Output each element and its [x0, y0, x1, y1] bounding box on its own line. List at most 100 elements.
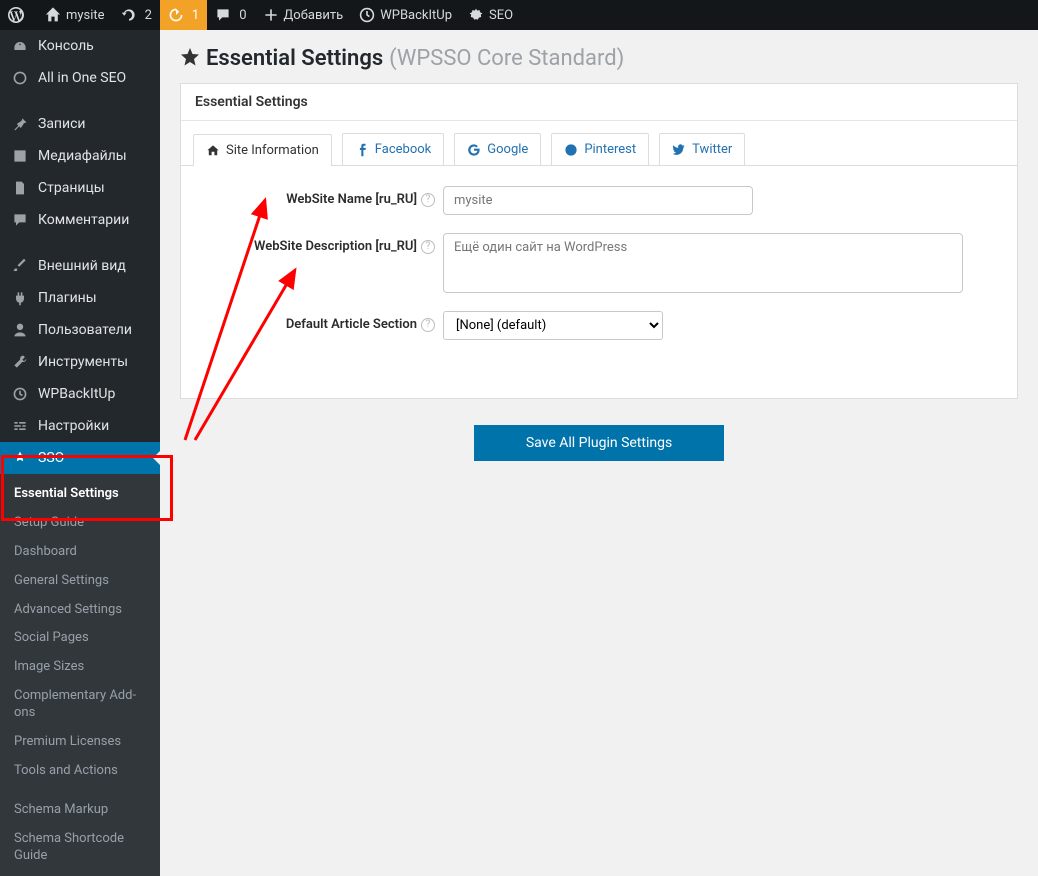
sso-submenu: Essential Settings Setup Guide Dashboard… [0, 474, 160, 876]
settings-postbox: Essential Settings Site Information Face… [180, 83, 1018, 399]
tab-label: Facebook [375, 142, 431, 157]
site-name-label: mysite [66, 8, 105, 23]
menu-media[interactable]: Медиафайлы [0, 140, 160, 172]
page-header: Essential Settings (WPSSO Core Standard) [160, 30, 1038, 83]
submenu-image-sizes[interactable]: Image Sizes [0, 653, 160, 682]
menu-users[interactable]: Пользователи [0, 314, 160, 346]
menu-label: Инструменты [38, 354, 128, 370]
menu-label: Пользователи [38, 322, 132, 338]
menu-label: Консоль [38, 38, 94, 54]
tab-facebook[interactable]: Facebook [342, 133, 444, 165]
website-desc-input[interactable]: Ещё один сайт на WordPress [443, 233, 963, 293]
article-section-select[interactable]: [None] (default) [443, 311, 663, 340]
refresh-count: 2 [145, 8, 152, 23]
tab-site-information[interactable]: Site Information [193, 134, 332, 166]
menu-label: Настройки [38, 418, 109, 434]
sliders-icon [10, 418, 30, 434]
tab-pinterest[interactable]: Pinterest [551, 133, 649, 165]
tab-label: Twitter [692, 142, 732, 157]
menu-aioseo[interactable]: All in One SEO [0, 62, 160, 94]
menu-pages[interactable]: Страницы [0, 172, 160, 204]
menu-settings[interactable]: Настройки [0, 410, 160, 442]
add-new-label: Добавить [284, 8, 344, 23]
submenu-complementary-addons[interactable]: Complementary Add-ons [0, 682, 160, 728]
wordpress-icon [8, 7, 24, 23]
page-subtitle: (WPSSO Core Standard) [389, 46, 624, 71]
help-icon[interactable]: ? [421, 193, 435, 207]
user-icon [10, 322, 30, 338]
menu-posts[interactable]: Записи [0, 108, 160, 140]
submenu-setup-guide[interactable]: Setup Guide [0, 509, 160, 538]
menu-wpbackitup[interactable]: WPBackItUp [0, 378, 160, 410]
updates-icon [168, 7, 184, 23]
page-icon [10, 180, 30, 196]
menu-label: All in One SEO [38, 70, 126, 86]
wp-logo[interactable] [0, 0, 37, 30]
save-button[interactable]: Save All Plugin Settings [474, 425, 724, 461]
submenu-essential-settings[interactable]: Essential Settings [0, 480, 160, 509]
submenu-schema-markup[interactable]: Schema Markup [0, 796, 160, 825]
website-name-label: WebSite Name [ru_RU] [286, 192, 417, 207]
menu-label: Плагины [38, 290, 97, 306]
plug-icon [10, 290, 30, 306]
brush-icon [10, 258, 30, 274]
site-name-link[interactable]: mysite [37, 0, 113, 30]
menu-plugins[interactable]: Плагины [0, 282, 160, 314]
menu-tools[interactable]: Инструменты [0, 346, 160, 378]
home-icon [45, 7, 61, 23]
clock-icon [10, 386, 30, 402]
tab-label: Site Information [226, 143, 319, 158]
google-icon [467, 143, 481, 157]
add-new-link[interactable]: Добавить [255, 0, 352, 30]
comments-link[interactable]: 0 [207, 0, 254, 30]
sso-icon [10, 450, 30, 466]
article-section-label: Default Article Section [286, 317, 417, 332]
menu-appearance[interactable]: Внешний вид [0, 250, 160, 282]
help-icon[interactable]: ? [421, 318, 435, 332]
submenu-social-pages[interactable]: Social Pages [0, 624, 160, 653]
refresh-icon [121, 7, 137, 23]
page-title: Essential Settings [206, 46, 383, 71]
row-article-section: Default Article Section? [None] (default… [193, 311, 1005, 340]
tab-label: Google [487, 142, 528, 157]
submenu-dashboard[interactable]: Dashboard [0, 538, 160, 567]
updates-count: 1 [192, 8, 199, 23]
postbox-title: Essential Settings [181, 84, 1017, 121]
comment-icon [10, 212, 30, 228]
menu-label: Страницы [38, 180, 105, 196]
menu-label: Медиафайлы [38, 148, 127, 164]
submenu-premium-licenses[interactable]: Premium Licenses [0, 728, 160, 757]
menu-label: Внешний вид [38, 258, 126, 274]
pinterest-icon [564, 143, 578, 157]
dashboard-icon [10, 38, 30, 54]
menu-comments[interactable]: Комментарии [0, 204, 160, 236]
updates-link[interactable]: 1 [160, 0, 207, 30]
help-icon[interactable]: ? [421, 240, 435, 254]
menu-console[interactable]: Консоль [0, 30, 160, 62]
submenu-general-settings[interactable]: General Settings [0, 567, 160, 596]
website-name-input[interactable] [443, 186, 753, 215]
media-icon [10, 148, 30, 164]
form-area: WebSite Name [ru_RU]? WebSite Descriptio… [181, 166, 1017, 398]
tabs: Site Information Facebook Google Pintere… [181, 121, 1017, 166]
submenu-tools-actions[interactable]: Tools and Actions [0, 757, 160, 786]
admin-sidebar: Консоль All in One SEO Записи Медиафайлы… [0, 30, 160, 866]
submenu-schema-shortcode[interactable]: Schema Shortcode Guide [0, 825, 160, 871]
menu-label: WPBackItUp [38, 386, 115, 402]
tab-label: Pinterest [584, 142, 636, 157]
menu-label: Записи [38, 116, 86, 132]
tab-google[interactable]: Google [454, 133, 541, 165]
comment-icon [215, 7, 231, 23]
aioseo-icon [10, 70, 30, 86]
menu-sso[interactable]: SSO [0, 442, 160, 474]
wpbackitup-link[interactable]: WPBackItUp [351, 0, 460, 30]
wpbackitup-label: WPBackItUp [380, 8, 452, 23]
submenu-advanced-settings[interactable]: Advanced Settings [0, 596, 160, 625]
tab-twitter[interactable]: Twitter [659, 133, 745, 165]
gear-icon [468, 7, 484, 23]
star-icon [180, 47, 200, 71]
seo-link[interactable]: SEO [460, 0, 521, 30]
row-website-name: WebSite Name [ru_RU]? [193, 186, 1005, 215]
menu-label: Комментарии [38, 212, 129, 228]
refresh-link[interactable]: 2 [113, 0, 160, 30]
